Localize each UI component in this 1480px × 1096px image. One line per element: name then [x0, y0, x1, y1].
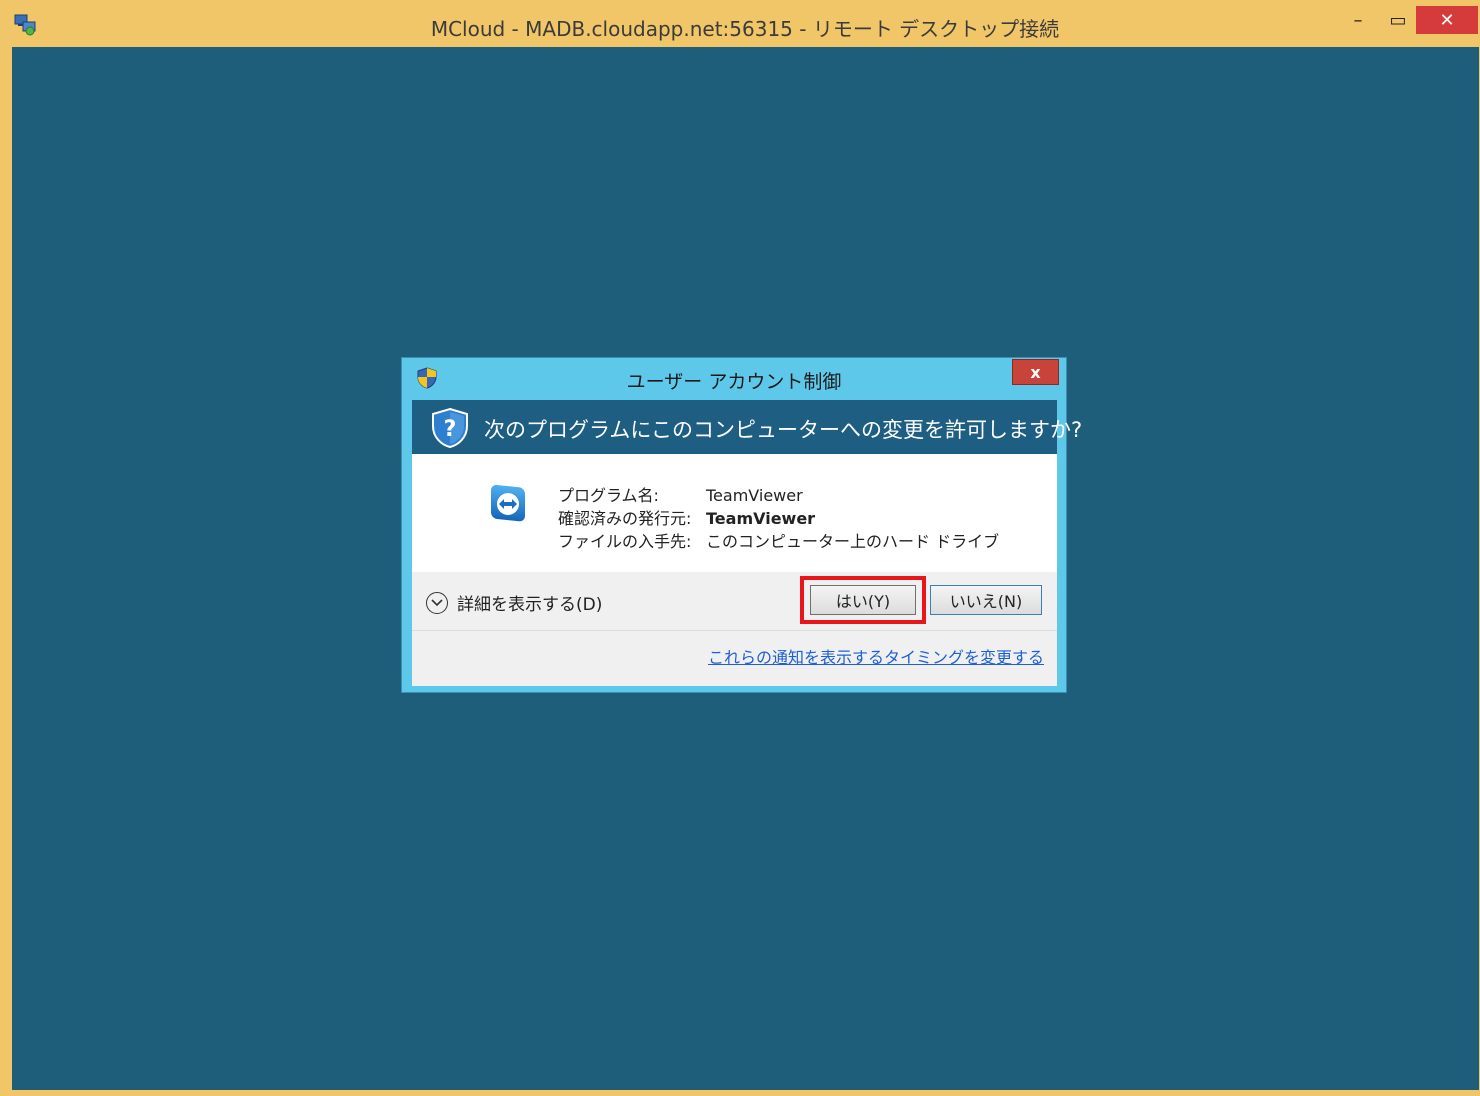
program-name-label: プログラム名: [558, 486, 659, 505]
publisher-row: 確認済みの発行元: TeamViewer [558, 505, 815, 529]
program-name-value: TeamViewer [706, 486, 803, 505]
window-title: MCloud - MADB.cloudapp.net:56315 - リモート … [430, 17, 1060, 41]
publisher-label: 確認済みの発行元: [558, 509, 692, 528]
uac-header: ? 次のプログラムにこのコンピューターへの変更を許可しますか? [412, 400, 1082, 454]
yes-button[interactable]: はい(Y) [810, 585, 916, 615]
uac-footer: 詳細を表示する(D) はい(Y) いいえ(N) これらの通知を表示するタイミング… [412, 572, 1057, 686]
program-name-row: プログラム名: TeamViewer [558, 482, 803, 506]
close-icon: ✕ [1439, 9, 1455, 31]
uac-close-button[interactable]: x [1012, 359, 1059, 385]
uac-titlebar[interactable]: ユーザー アカウント制御 x [402, 358, 1066, 398]
footer-divider [412, 630, 1057, 631]
notification-timing-link[interactable]: これらの通知を表示するタイミングを変更する [412, 644, 1044, 668]
chevron-down-icon [426, 591, 448, 614]
uac-dialog: ユーザー アカウント制御 x ? 次のプログラムにこのコンピューターへの変更を許… [401, 357, 1082, 693]
window-close-button[interactable]: ✕ [1416, 6, 1478, 34]
origin-label: ファイルの入手先: [558, 532, 692, 551]
publisher-value: TeamViewer [706, 509, 816, 528]
remote-desktop-icon [14, 14, 36, 36]
uac-question: 次のプログラムにこのコンピューターへの変更を許可しますか? [484, 418, 1083, 442]
close-icon: x [1030, 362, 1041, 382]
svg-text:?: ? [444, 417, 457, 442]
uac-title: ユーザー アカウント制御 [626, 371, 842, 393]
minimize-button[interactable]: – [1340, 6, 1376, 34]
window-titlebar[interactable]: MCloud - MADB.cloudapp.net:56315 - リモート … [0, 0, 1480, 46]
question-shield-icon: ? [432, 407, 468, 449]
origin-row: ファイルの入手先: このコンピューター上のハード ドライブ [558, 528, 999, 552]
show-details-toggle[interactable]: 詳細を表示する(D) [426, 590, 602, 615]
maximize-icon: ▭ [1389, 9, 1407, 31]
origin-value: このコンピューター上のハード ドライブ [706, 532, 1000, 551]
minimize-icon: – [1353, 9, 1363, 31]
maximize-button[interactable]: ▭ [1380, 6, 1416, 34]
no-button[interactable]: いいえ(N) [930, 585, 1042, 615]
remote-desktop-window: MCloud - MADB.cloudapp.net:56315 - リモート … [0, 0, 1480, 1096]
teamviewer-icon [491, 484, 525, 522]
uac-program-info: プログラム名: TeamViewer 確認済みの発行元: TeamViewer ファ… [412, 454, 1057, 572]
show-details-label: 詳細を表示する(D) [457, 595, 603, 615]
